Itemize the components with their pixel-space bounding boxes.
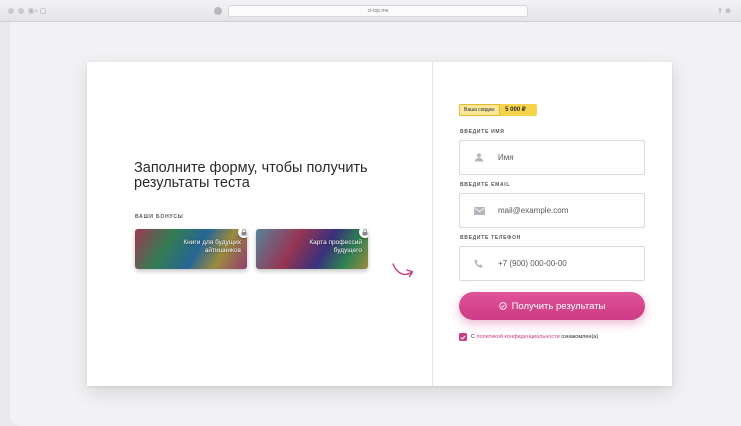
envelope-icon [470,206,488,215]
bonus-card-career-map: Карта профессий будущего [256,229,368,269]
name-field[interactable] [459,140,645,175]
browser-toolbar: ‹ › ▢ ct-top.me ⇪ ⊕ [0,0,741,22]
email-input[interactable] [498,206,638,215]
bonus-card-books: Книги для будущих айтишников [135,229,247,269]
phone-icon [470,259,488,269]
bonus-label: Книги для будущих айтишников [183,239,241,254]
email-label: ВВЕДИТЕ EMAIL [460,182,511,188]
bonus-label: Карта профессий будущего [309,239,362,254]
lock-icon [359,229,368,238]
phone-field[interactable] [459,246,645,281]
get-results-label: Получить результаты [511,300,606,312]
discount-badge: Ваша скидка: 5 000 ₽ [459,104,537,116]
check-circle-icon [498,302,507,310]
address-bar[interactable]: ct-top.me [228,5,528,17]
nav-buttons[interactable]: ‹ › ▢ [30,7,47,15]
form-panel: Ваша скидка: 5 000 ₽ ВВЕДИТЕ ИМЯ ВВЕДИТЕ… [433,62,672,386]
discount-value: 5 000 ₽ [505,107,526,113]
privacy-consent: С политикой конфиденциальности ознакомле… [459,333,598,341]
consent-checkbox[interactable] [459,333,467,341]
results-form-modal: Заполните форму, чтобы получить результа… [87,62,672,386]
form-heading: Заполните форму, чтобы получить результа… [134,160,368,191]
phone-label: ВВЕДИТЕ ТЕЛЕФОН [460,235,521,241]
email-field[interactable] [459,193,645,228]
curved-arrow-icon [392,263,414,278]
lock-icon [238,229,247,238]
phone-input[interactable] [498,259,638,268]
discount-label: Ваша скидка: [459,104,501,116]
form-intro-panel: Заполните форму, чтобы получить результа… [87,62,433,386]
get-results-button[interactable]: Получить результаты [459,292,645,320]
user-icon [470,153,488,162]
name-label: ВВЕДИТЕ ИМЯ [460,129,505,135]
bonuses-title: ВАШИ БОНУСЫ [135,214,184,220]
privacy-policy-link[interactable]: политикой конфиденциальности [477,334,560,340]
name-input[interactable] [498,153,638,162]
consent-suffix: ознакомлен(а) [559,334,599,340]
privacy-shield-icon[interactable] [214,7,222,15]
